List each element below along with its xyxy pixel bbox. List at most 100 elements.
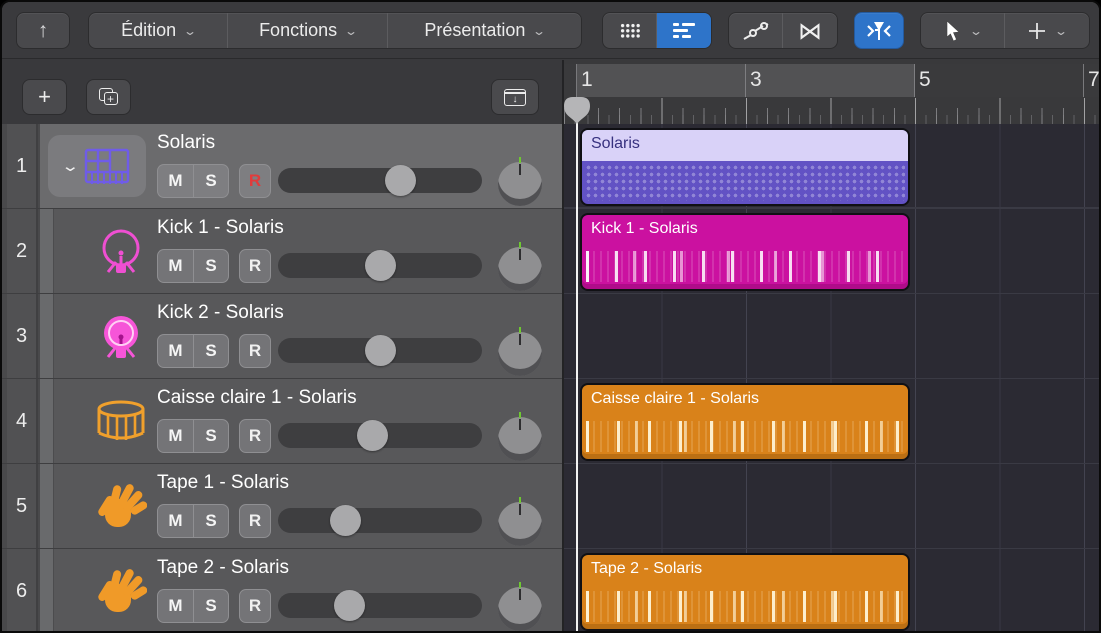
track-header-caisse-claire1[interactable]: 4 Caisse claire 1 - Solaris M S R — [2, 379, 562, 464]
track-name[interactable]: Tape 1 - Solaris — [157, 472, 289, 494]
menu-edition[interactable]: Édition ⌄ — [89, 13, 229, 48]
track-header-tape2[interactable]: 6 Tape 2 - Solaris M S R — [2, 549, 562, 631]
solo-button[interactable]: S — [193, 164, 229, 198]
drum-machine-designer-icon — [85, 148, 130, 184]
solo-button[interactable]: S — [193, 419, 229, 453]
midi-notes-preview — [586, 421, 904, 452]
snare-drum-icon — [97, 400, 145, 440]
duplicate-track-icon: + — [98, 88, 119, 106]
region-solaris-pattern[interactable]: Solaris — [580, 128, 910, 206]
region-tape2[interactable]: Tape 2 - Solaris — [580, 553, 910, 631]
chevron-down-icon: ⌄ — [60, 158, 80, 175]
volume-slider[interactable] — [278, 505, 482, 536]
mute-button[interactable]: M — [157, 504, 193, 538]
volume-slider[interactable] — [278, 590, 482, 621]
record-enable-button[interactable]: R — [239, 589, 271, 623]
solo-button[interactable]: S — [193, 334, 229, 368]
volume-slider-thumb[interactable] — [385, 165, 417, 196]
track-list: 1 ⌄ Solaris M S R 2 Kick 1 - Solaris M S… — [2, 124, 562, 631]
playhead[interactable] — [564, 97, 590, 631]
volume-slider-thumb[interactable] — [356, 420, 388, 451]
record-enable-button[interactable]: R — [239, 249, 271, 283]
catch-playhead-button[interactable] — [854, 12, 904, 49]
volume-slider-thumb[interactable] — [334, 590, 366, 621]
bar-number: 1 — [581, 68, 593, 91]
record-enable-button[interactable]: R — [239, 164, 271, 198]
track-name[interactable]: Kick 1 - Solaris — [157, 217, 284, 239]
tool-selectors: ⌄ ⌄ — [920, 12, 1090, 49]
mute-button[interactable]: M — [157, 164, 193, 198]
solo-button[interactable]: S — [193, 504, 229, 538]
tracks-view-icon — [673, 22, 695, 39]
bar-number: 3 — [750, 68, 762, 91]
region-caisse-claire1[interactable]: Caisse claire 1 - Solaris — [580, 383, 910, 461]
track-list-toolbar: + + ↓ — [2, 60, 562, 124]
pan-knob[interactable] — [498, 497, 542, 546]
pan-knob[interactable] — [498, 242, 542, 291]
pan-knob[interactable] — [498, 412, 542, 461]
solo-button[interactable]: S — [193, 589, 229, 623]
grid-view-button[interactable] — [603, 13, 658, 48]
hand-clap-icon — [98, 484, 147, 527]
solo-button[interactable]: S — [193, 249, 229, 283]
mute-button[interactable]: M — [157, 589, 193, 623]
volume-slider[interactable] — [278, 165, 482, 196]
playhead-handle-icon[interactable] — [564, 97, 590, 124]
volume-slider[interactable] — [278, 420, 482, 451]
tracks-view-button[interactable] — [657, 13, 711, 48]
track-number: 5 — [7, 464, 38, 548]
track-header-tape1[interactable]: 5 Tape 1 - Solaris M S R — [2, 464, 562, 549]
track-header-config-icon: ↓ — [504, 88, 526, 106]
menu-fonctions[interactable]: Fonctions ⌄ — [228, 13, 388, 48]
track-name[interactable]: Kick 2 - Solaris — [157, 302, 284, 324]
track-stack-indent — [40, 209, 54, 293]
track-header-kick1[interactable]: 2 Kick 1 - Solaris M S R — [2, 209, 562, 294]
chevron-down-icon: ⌄ — [1054, 23, 1069, 38]
region-label: Solaris — [591, 135, 640, 152]
track-number: 1 — [7, 124, 38, 208]
track-header-solaris[interactable]: 1 ⌄ Solaris M S R — [2, 124, 562, 209]
mute-button[interactable]: M — [157, 419, 193, 453]
chevron-down-icon: ⌄ — [183, 23, 198, 38]
track-number: 2 — [7, 209, 38, 293]
track-stack-disclosure-button[interactable]: ⌄ — [48, 135, 146, 197]
track-name[interactable]: Tape 2 - Solaris — [157, 557, 289, 579]
track-name[interactable]: Solaris — [157, 132, 215, 154]
volume-slider[interactable] — [278, 250, 482, 281]
track-header-kick2[interactable]: 3 Kick 2 - Solaris M S R — [2, 294, 562, 379]
track-name[interactable]: Caisse claire 1 - Solaris — [157, 387, 357, 409]
track-stack-indent — [40, 379, 54, 463]
pointer-tool-button[interactable]: ⌄ — [921, 13, 1005, 48]
record-enable-button[interactable]: R — [239, 419, 271, 453]
region-label: Kick 1 - Solaris — [591, 220, 698, 237]
secondary-tool-button[interactable]: ⌄ — [1005, 13, 1089, 48]
chevron-down-icon: ⌄ — [968, 23, 984, 38]
pan-knob[interactable] — [498, 327, 542, 376]
back-button[interactable]: ↑ — [16, 12, 70, 49]
pattern-region-body — [585, 164, 905, 201]
menu-presentation[interactable]: Présentation ⌄ — [388, 13, 581, 48]
add-track-button[interactable]: + — [22, 79, 67, 115]
duplicate-track-button[interactable]: + — [86, 79, 131, 115]
automation-button[interactable] — [729, 13, 784, 48]
volume-slider-thumb[interactable] — [365, 335, 396, 366]
volume-slider-thumb[interactable] — [365, 250, 396, 281]
track-stack-indent — [40, 464, 54, 548]
automation-toggle: ⋈ — [728, 12, 838, 49]
logic-pro-window: ↑ Édition ⌄ Fonctions ⌄ Présentation ⌄ ⋈… — [0, 0, 1101, 633]
mute-button[interactable]: M — [157, 334, 193, 368]
track-number: 6 — [7, 549, 38, 631]
record-enable-button[interactable]: R — [239, 334, 271, 368]
region-kick1[interactable]: Kick 1 - Solaris — [580, 213, 910, 291]
mute-button[interactable]: M — [157, 249, 193, 283]
record-enable-button[interactable]: R — [239, 504, 271, 538]
volume-slider[interactable] — [278, 335, 482, 366]
bar-ruler[interactable]: 1 3 5 7 — [564, 60, 1099, 124]
volume-slider-thumb[interactable] — [330, 505, 362, 536]
track-header-config-button[interactable]: ↓ — [491, 79, 539, 115]
pan-knob[interactable] — [498, 157, 542, 206]
kick-drum-outline-icon — [102, 229, 140, 273]
midi-draw-button[interactable]: ⋈ — [783, 13, 837, 48]
pan-knob[interactable] — [498, 582, 542, 631]
region-label: Tape 2 - Solaris — [591, 560, 703, 577]
